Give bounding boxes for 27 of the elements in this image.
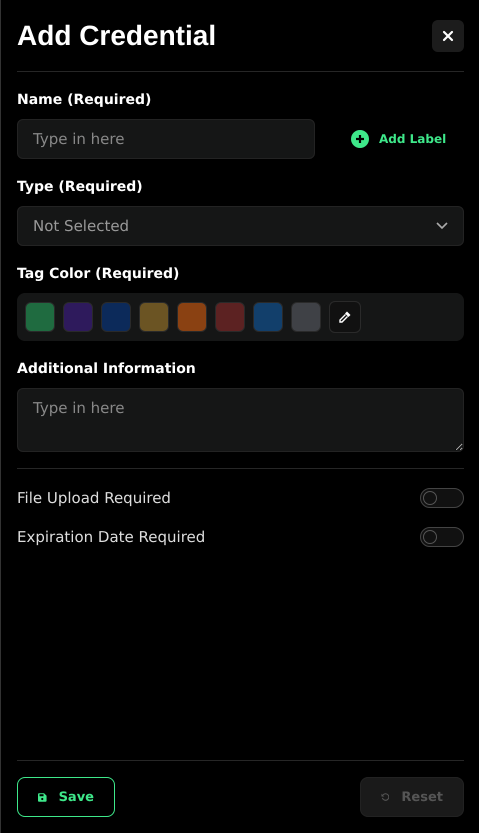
toggle-label: File Upload Required (17, 489, 171, 507)
chevron-down-icon (436, 222, 448, 230)
color-swatch[interactable] (63, 302, 93, 332)
add-label-button[interactable]: Add Label (351, 130, 446, 148)
color-swatch[interactable] (253, 302, 283, 332)
toggle-switch[interactable] (420, 527, 464, 547)
type-dropdown[interactable]: Not Selected (17, 206, 464, 246)
field-label: Additional Information (17, 361, 197, 378)
color-swatch[interactable] (139, 302, 169, 332)
name-input[interactable]: Type in here (17, 119, 315, 159)
close-button[interactable] (432, 20, 464, 52)
close-icon (442, 30, 454, 42)
information-textarea[interactable]: Type in here (17, 388, 464, 452)
plus-circle-icon (351, 130, 369, 148)
toggle-switch[interactable] (420, 488, 464, 508)
color-swatch[interactable] (25, 302, 55, 332)
color-swatch[interactable] (215, 302, 245, 332)
save-button[interactable]: Save (17, 777, 115, 817)
dialog-title: Add Credential (17, 20, 216, 52)
color-picker-button[interactable] (329, 301, 361, 333)
color-swatch[interactable] (177, 302, 207, 332)
color-swatch[interactable] (101, 302, 131, 332)
field-label: Type (Required) (17, 179, 144, 196)
field-label: Tag Color (Required) (17, 266, 180, 283)
field-label: Name (Required) (17, 92, 152, 109)
toggle-label: Expiration Date Required (17, 528, 206, 546)
color-swatch[interactable] (291, 302, 321, 332)
